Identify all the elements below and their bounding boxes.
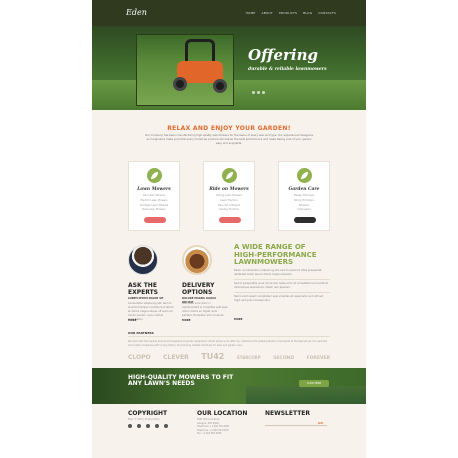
range-text: Sed ut perspiciatis unde omnis iste natu… (234, 282, 329, 289)
divider (234, 279, 330, 280)
footer-location-title: OUR LOCATION (197, 410, 248, 417)
banner-heading: HIGH-QUALITY MOWERS TO FIT ANY LAWN'S NE… (128, 374, 234, 388)
footer-copyright-title: COPYRIGHT (128, 410, 168, 417)
mower-wheel (173, 77, 187, 91)
partner-logo[interactable]: CLEVER (163, 354, 189, 361)
card-button[interactable] (219, 217, 241, 223)
main-nav: HOME ABOUT PRODUCTS BLOG CONTACTS (246, 11, 336, 15)
slider-dot[interactable] (262, 91, 265, 94)
card-list: Gas Lawn Mowers Electric Lawn Mowers Cor… (129, 194, 179, 213)
mower-wheel (213, 79, 227, 93)
leaf-icon (222, 168, 237, 183)
card-list: Hedge Trimmers String Trimmers Blowers C… (279, 194, 329, 213)
google-plus-icon[interactable] (146, 424, 150, 428)
facebook-icon[interactable] (128, 424, 132, 428)
card-list-item[interactable]: Garden Tractors (204, 208, 254, 213)
nav-item-about[interactable]: ABOUT (262, 11, 273, 15)
nav-item-home[interactable]: HOME (246, 11, 256, 15)
experts-more-link[interactable]: MORE (128, 319, 137, 322)
range-text: Nemo enim ipsam voluptatem quia voluptas… (234, 295, 324, 302)
newsletter-submit-button[interactable]: GO (318, 421, 323, 425)
footer-location-text: 8901 Marmora Road, Glasgow, D04 89GR Fre… (197, 418, 229, 436)
footer-newsletter-title: NEWSLETTER (265, 410, 311, 417)
fax-line: Fax: +1 800 889 9898 (197, 432, 222, 436)
partner-logo[interactable]: SECOND (273, 356, 294, 361)
nav-item-products[interactable]: PRODUCTS (279, 11, 297, 15)
card-title: Ride on Mowers (209, 187, 249, 192)
site-logo[interactable]: Eden (126, 8, 147, 17)
card-ride-on-mowers: Ride on Mowers Riding Lawn Mowers Lawn T… (203, 161, 255, 231)
experts-title-line: EXPERTS (128, 288, 158, 296)
delivery-more-link[interactable]: MORE (182, 319, 191, 322)
twitter-icon[interactable] (137, 424, 141, 428)
leaf-icon (297, 168, 312, 183)
card-button[interactable] (294, 217, 316, 223)
delivery-title: DELIVERY OPTIONS (182, 282, 215, 296)
card-button[interactable] (144, 217, 166, 223)
header-bar: Eden HOME ABOUT PRODUCTS BLOG CONTACTS (92, 0, 366, 26)
card-title: Lawn Mowers (137, 187, 171, 192)
card-list-item[interactable]: Reel Lawn Mowers (129, 208, 179, 213)
card-lawn-mowers: Lawn Mowers Gas Lawn Mowers Electric Law… (128, 161, 180, 231)
expert-avatar (128, 245, 158, 275)
card-list-item[interactable]: Chainsaws (279, 208, 329, 213)
rss-icon[interactable] (155, 424, 159, 428)
intro-text: Our Company has been manufacturing high-… (144, 134, 314, 145)
hero-subtitle: durable & reliable lawnmowers (248, 67, 327, 72)
partner-logo[interactable]: CLOPO (128, 354, 151, 361)
partners-text: We work with the leading brands and supp… (128, 340, 328, 347)
slider-dot[interactable] (252, 91, 255, 94)
lawnmower-photo (136, 34, 234, 106)
range-heading: A WIDE RANGE OF HIGH-PERFORMANCE LAWNMOW… (234, 243, 344, 267)
range-text: Eaem, accumsantrun adipiscing elit, sed … (234, 269, 322, 276)
partner-logo[interactable]: STARCORP (237, 355, 261, 360)
banner-button[interactable]: CLICK HERE (299, 380, 329, 387)
nav-item-contacts[interactable]: CONTACTS (318, 11, 336, 15)
page: Eden HOME ABOUT PRODUCTS BLOG CONTACTS O… (92, 0, 366, 458)
partner-logos: CLOPO CLEVER TU42 STARCORP SECOND FOREVE… (128, 352, 330, 361)
partner-logo[interactable]: FOREVER (307, 356, 330, 361)
delivery-title-line: OPTIONS (182, 288, 213, 296)
slider-dot[interactable] (257, 91, 260, 94)
nav-item-blog[interactable]: BLOG (303, 11, 312, 15)
partner-logo[interactable]: TU42 (201, 352, 224, 361)
divider (128, 336, 330, 337)
card-list: Riding Lawn Mowers Lawn Tractors Zero Tu… (204, 194, 254, 213)
social-links (128, 424, 168, 428)
intro-heading: RELAX AND ENJOY YOUR GARDEN! (167, 125, 291, 132)
range-heading-line: LAWNMOWERS (234, 258, 293, 266)
leaf-icon (147, 168, 162, 183)
footer-copyright-text: Eden © 2015 | Privacy Policy (128, 418, 160, 421)
experts-title: ASK THE EXPERTS (128, 282, 158, 296)
card-garden-care: Garden Care Hedge Trimmers String Trimme… (278, 161, 330, 231)
banner-pond-image (246, 386, 366, 404)
card-title: Garden Care (288, 187, 320, 192)
experts-subheading: LOREM IPSUM DOLOR SIT (128, 297, 164, 300)
delivery-truck-image (182, 245, 212, 275)
pinterest-icon[interactable] (164, 424, 168, 428)
divider (234, 292, 330, 293)
partners-heading: OUR PARTNERS (128, 331, 154, 335)
range-more-link[interactable]: MORE (234, 318, 243, 321)
delivery-text: Duis aute irure dolor in reprehenderit i… (182, 302, 228, 317)
slider-pagination (252, 91, 265, 94)
hero-title: Offering (248, 46, 319, 64)
